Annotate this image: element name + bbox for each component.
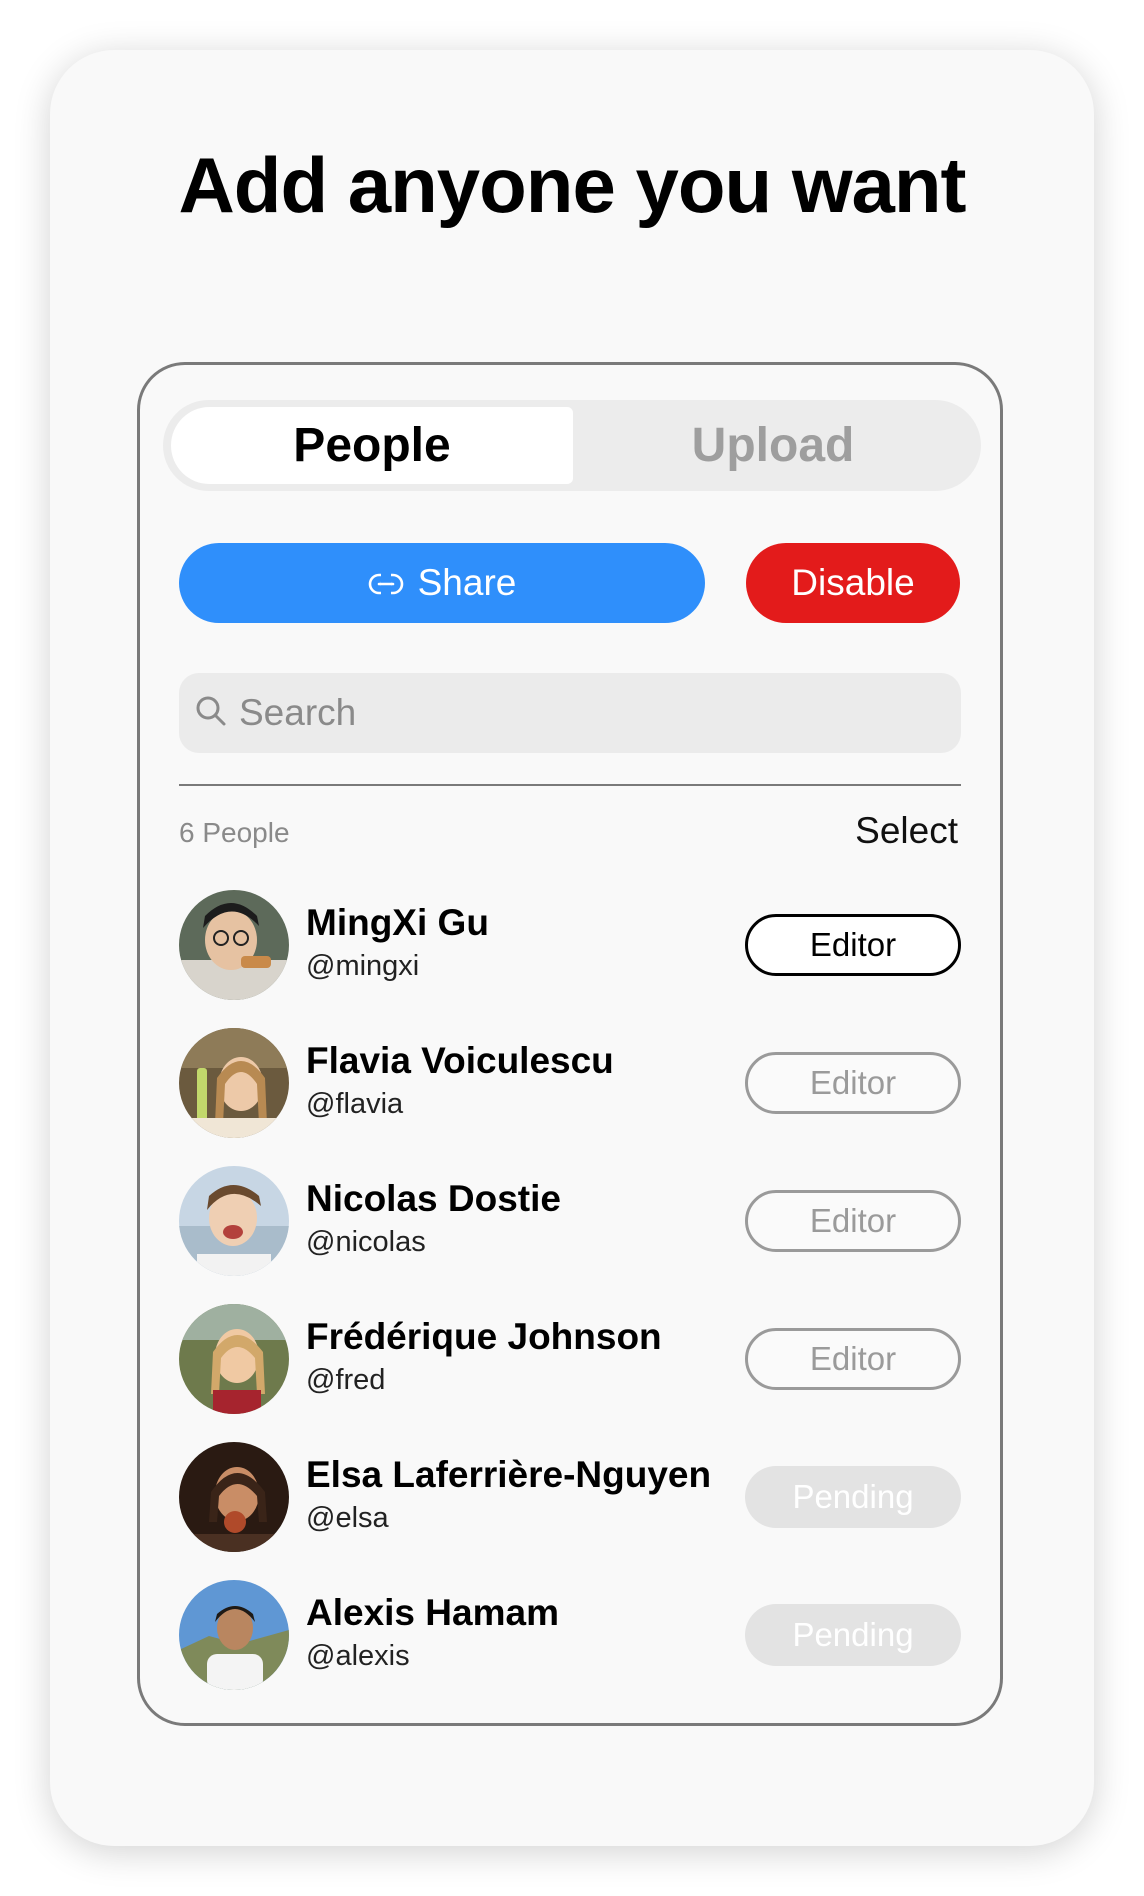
- role-button[interactable]: Editor: [745, 1052, 961, 1114]
- disable-button[interactable]: Disable: [746, 543, 960, 623]
- tab-people[interactable]: People: [171, 407, 573, 484]
- people-list: MingXi Gu @mingxi Editor Flavia Voicules…: [179, 890, 961, 1718]
- link-icon: [368, 562, 418, 604]
- avatar: [179, 1166, 289, 1276]
- person-handle: @elsa: [306, 1502, 389, 1534]
- select-button[interactable]: Select: [855, 810, 958, 852]
- person-handle: @fred: [306, 1364, 386, 1396]
- sharing-panel: People Upload Share Disable 6 People Sel…: [137, 362, 1003, 1726]
- person-name: Flavia Voiculescu: [306, 1040, 614, 1081]
- person-name: Frédérique Johnson: [306, 1316, 662, 1357]
- list-item[interactable]: Flavia Voiculescu @flavia Editor: [179, 1028, 961, 1166]
- avatar: [179, 1442, 289, 1552]
- list-item[interactable]: Alexis Hamam @alexis Pending: [179, 1580, 961, 1718]
- avatar: [179, 1580, 289, 1690]
- role-button[interactable]: Pending: [745, 1466, 961, 1528]
- person-name: Nicolas Dostie: [306, 1178, 561, 1219]
- person-name: Alexis Hamam: [306, 1592, 559, 1633]
- search-icon: [195, 695, 227, 732]
- list-item[interactable]: Nicolas Dostie @nicolas Editor: [179, 1166, 961, 1304]
- role-button[interactable]: Editor: [745, 1328, 961, 1390]
- person-handle: @alexis: [306, 1640, 410, 1672]
- search-input[interactable]: [237, 691, 921, 735]
- share-button[interactable]: Share: [179, 543, 705, 623]
- avatar: [179, 1304, 289, 1414]
- person-handle: @flavia: [306, 1088, 404, 1120]
- share-label: Share: [417, 562, 517, 603]
- segmented-control: People Upload: [163, 400, 981, 491]
- person-handle: @nicolas: [306, 1226, 426, 1258]
- list-item[interactable]: Elsa Laferrière-Nguyen @elsa Pending: [179, 1442, 961, 1580]
- person-name: Elsa Laferrière-Nguyen: [306, 1454, 712, 1495]
- disable-label: Disable: [791, 562, 915, 603]
- people-count: 6 People: [179, 817, 290, 848]
- person-name: MingXi Gu: [306, 902, 489, 943]
- tab-upload[interactable]: Upload: [573, 407, 973, 484]
- role-button[interactable]: Editor: [745, 1190, 961, 1252]
- list-item[interactable]: Frédérique Johnson @fred Editor: [179, 1304, 961, 1442]
- avatar: [179, 890, 289, 1000]
- role-button[interactable]: Editor: [745, 914, 961, 976]
- page-title: Add anyone you want: [178, 141, 966, 229]
- list-item[interactable]: MingXi Gu @mingxi Editor: [179, 890, 961, 1028]
- avatar: [179, 1028, 289, 1138]
- divider: [179, 784, 961, 786]
- person-handle: @mingxi: [306, 950, 420, 982]
- search-bar: [179, 673, 961, 753]
- role-button[interactable]: Pending: [745, 1604, 961, 1666]
